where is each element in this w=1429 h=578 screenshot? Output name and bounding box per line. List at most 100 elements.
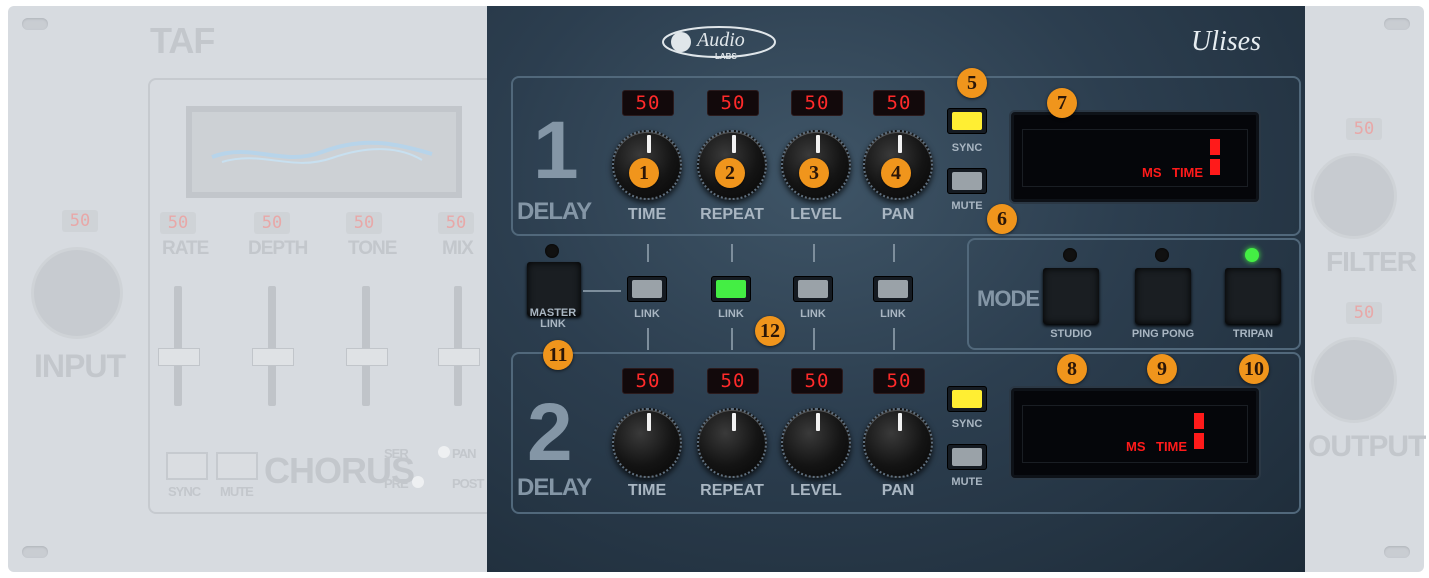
delay2-time-label: TIME <box>627 482 667 499</box>
delay2-ms-label: MS <box>1126 439 1146 454</box>
output-value: 50 <box>1346 302 1382 324</box>
input-knob[interactable] <box>34 250 120 336</box>
delay1-mute-label: MUTE <box>951 200 983 212</box>
mix-label: MIX <box>442 238 474 259</box>
tripan-indicator <box>1245 248 1259 262</box>
annotation-badge-1: 1 <box>629 158 659 188</box>
routing-post-label: POST <box>452 476 484 491</box>
logo-sub: LABS <box>715 52 737 61</box>
ping-pong-label: PING PONG <box>1131 328 1195 340</box>
link-pan-button[interactable] <box>873 276 913 302</box>
mix-fader-cap[interactable] <box>438 348 480 366</box>
routing-pre-post-toggle[interactable] <box>412 476 424 488</box>
delay2-pan-value: 50 <box>873 368 925 394</box>
output-knob[interactable] <box>1314 340 1394 420</box>
chorus-mute-label: MUTE <box>220 484 254 499</box>
rate-label: RATE <box>162 238 209 259</box>
delay1-repeat-label: REPEAT <box>700 206 764 223</box>
annotation-badge-12: 12 <box>755 316 785 346</box>
link-connector <box>583 290 621 292</box>
delay2-sync-button[interactable] <box>947 386 987 412</box>
annotation-badge-4: 4 <box>881 158 911 188</box>
delay1-mute-button[interactable] <box>947 168 987 194</box>
delay1-pan-label: PAN <box>881 206 915 223</box>
delay1-display-screen <box>1022 129 1248 187</box>
tone-label: TONE <box>348 238 397 259</box>
mix-fader-track[interactable] <box>454 286 462 406</box>
master-link-label: MASTER LINK <box>529 307 577 330</box>
delay2-sync-label: SYNC <box>951 418 983 430</box>
tripan-label: TRIPAN <box>1232 328 1274 340</box>
screw <box>22 546 48 558</box>
delay1-sync-label: SYNC <box>951 142 983 154</box>
delay2-mute-label: MUTE <box>951 476 983 488</box>
depth-fader-cap[interactable] <box>252 348 294 366</box>
signature: Ulises <box>1191 26 1261 57</box>
delay1-label: DELAY <box>517 198 592 225</box>
routing-ser-pan-toggle[interactable] <box>438 446 450 458</box>
depth-fader-track[interactable] <box>268 286 276 406</box>
annotation-badge-6: 6 <box>987 204 1017 234</box>
routing-pre-label: PRE <box>384 476 409 491</box>
link-repeat-button[interactable] <box>711 276 751 302</box>
link-connector <box>813 328 815 350</box>
delay2-time-knob[interactable] <box>608 404 686 482</box>
delay2-label: DELAY <box>517 474 592 501</box>
input-value: 50 <box>62 210 98 232</box>
annotation-badge-3: 3 <box>799 158 829 188</box>
link-level-button[interactable] <box>793 276 833 302</box>
delay2-repeat-label: REPEAT <box>700 482 764 499</box>
chorus-mute-button[interactable] <box>216 452 258 480</box>
delay1-time-value: 50 <box>622 90 674 116</box>
filter-label: FILTER <box>1326 246 1417 277</box>
link-time-button[interactable] <box>627 276 667 302</box>
delay2-repeat-knob[interactable] <box>693 404 771 482</box>
delay1-number: 1 <box>533 105 579 196</box>
delay1-sync-button[interactable] <box>947 108 987 134</box>
ping-pong-mode-button[interactable] <box>1135 268 1191 324</box>
tripan-mode-button[interactable] <box>1225 268 1281 324</box>
link-time-label: LINK <box>634 308 660 320</box>
annotation-badge-11: 11 <box>543 340 573 370</box>
delay1-time-label: TIME <box>627 206 667 223</box>
tone-fader-track[interactable] <box>362 286 370 406</box>
delay1-repeat-value: 50 <box>707 90 759 116</box>
link-connector <box>813 244 815 262</box>
chorus-sync-button[interactable] <box>166 452 208 480</box>
delay2-time-bar <box>1194 433 1204 449</box>
delay2-time-readout-label: TIME <box>1156 439 1188 454</box>
delay2-level-value: 50 <box>791 368 843 394</box>
screw <box>1384 546 1410 558</box>
annotation-badge-8: 8 <box>1057 354 1087 384</box>
delay1-level-value: 50 <box>791 90 843 116</box>
delay1-pan-value: 50 <box>873 90 925 116</box>
studio-mode-button[interactable] <box>1043 268 1099 324</box>
link-connector <box>731 244 733 262</box>
filter-knob[interactable] <box>1314 156 1394 236</box>
delay2-mute-button[interactable] <box>947 444 987 470</box>
annotation-badge-10: 10 <box>1239 354 1269 384</box>
chorus-sync-label: SYNC <box>168 484 201 499</box>
chorus-visualizer <box>186 106 462 198</box>
delay2-display-screen <box>1022 405 1248 463</box>
ping-pong-indicator <box>1155 248 1169 262</box>
delay2-level-knob[interactable] <box>777 404 855 482</box>
delay2-pan-knob[interactable] <box>859 404 937 482</box>
delay1-ms-label: MS <box>1142 165 1162 180</box>
annotation-badge-7: 7 <box>1047 88 1077 118</box>
delay2-pan-label: PAN <box>881 482 915 499</box>
logo-text: Audio <box>697 29 745 51</box>
studio-label: STUDIO <box>1050 328 1092 340</box>
input-label: INPUT <box>34 348 126 384</box>
screw <box>1384 18 1410 30</box>
delay1-time-bar <box>1210 159 1220 175</box>
tone-fader-cap[interactable] <box>346 348 388 366</box>
studio-indicator <box>1063 248 1077 262</box>
master-link-indicator <box>545 244 559 258</box>
delay1-time-readout-label: TIME <box>1172 165 1204 180</box>
rate-fader-track[interactable] <box>174 286 182 406</box>
delay2-time-bar <box>1194 413 1204 429</box>
rate-fader-cap[interactable] <box>158 348 200 366</box>
delay1-time-bar <box>1210 139 1220 155</box>
annotation-badge-9: 9 <box>1147 354 1177 384</box>
